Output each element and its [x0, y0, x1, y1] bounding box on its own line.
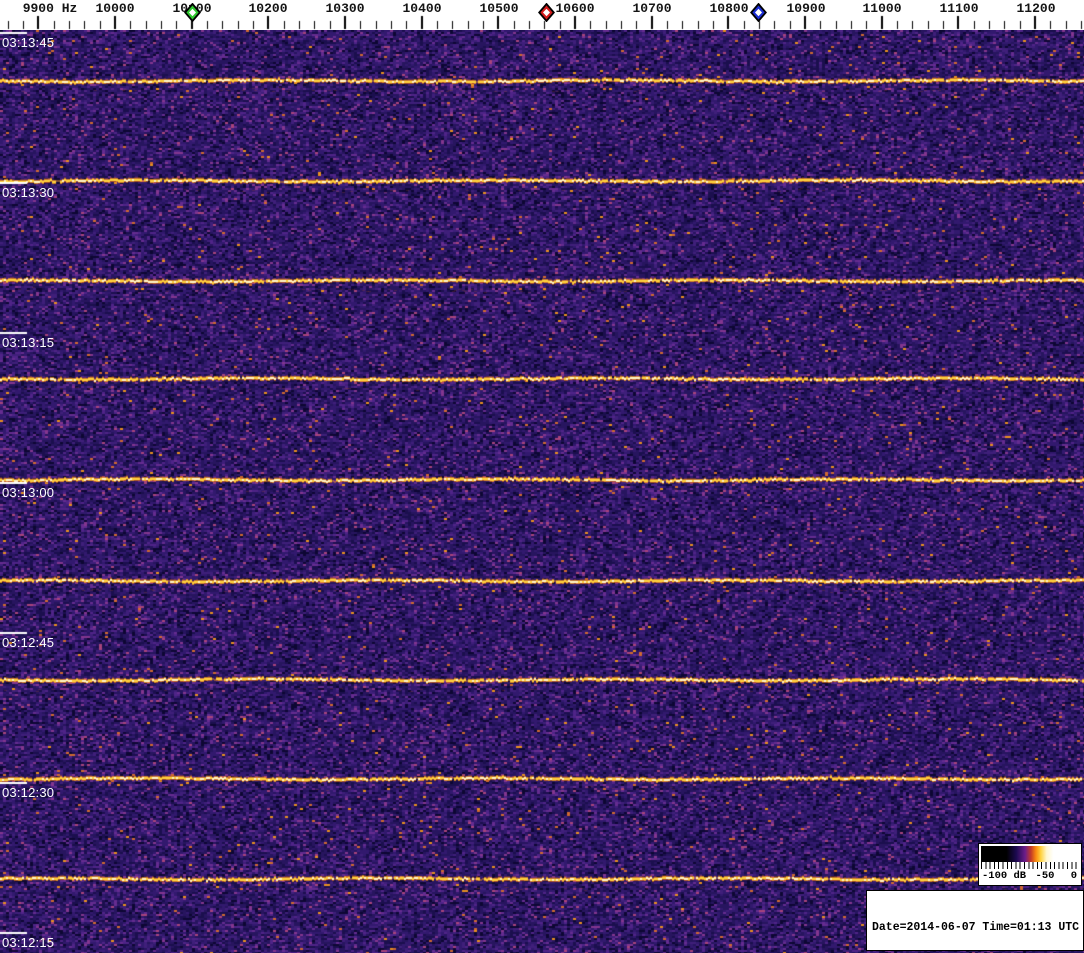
- green-frequency-marker-icon[interactable]: [183, 2, 201, 23]
- freq-tick-label: 10900: [786, 1, 826, 16]
- info-date-line: Date=2014-06-07 Time=01:13 UTC: [872, 921, 1080, 934]
- freq-tick-label: 10300: [325, 1, 365, 16]
- time-tick-label: 03:12:30: [2, 785, 55, 800]
- waterfall-area[interactable]: 03:13:45 03:13:30 03:13:15 03:13:00 03:12:45…: [0, 30, 1084, 953]
- time-tick-label: 03:13:30: [2, 185, 55, 200]
- freq-tick-label: 11100: [939, 1, 979, 16]
- time-tick-label: 03:13:15: [2, 335, 55, 350]
- observation-info-box: Date=2014-06-07 Time=01:13 UTC Freq=143 …: [866, 890, 1084, 951]
- freq-tick-label: 10500: [479, 1, 519, 16]
- freq-tick-label: 10600: [555, 1, 595, 16]
- freq-tick-label: 11200: [1016, 1, 1056, 16]
- time-tick-label: 03:12:15: [2, 935, 55, 950]
- colorbar-min-label: -100 dB: [982, 870, 1027, 882]
- freq-tick-label: 10200: [248, 1, 288, 16]
- colorbar: -100 dB -50 0: [978, 843, 1082, 886]
- freq-tick-label: 9900 Hz: [22, 1, 78, 16]
- time-tick-label: 03:13:45: [2, 35, 55, 50]
- freq-tick-label: 10700: [632, 1, 672, 16]
- spectrogram-window: 9900 Hz100001010010200103001040010500106…: [0, 0, 1084, 953]
- colorbar-max-label: 0: [1070, 870, 1077, 882]
- blue-frequency-marker-icon[interactable]: [749, 2, 767, 23]
- freq-tick-label: 10400: [402, 1, 442, 16]
- freq-tick-label: 10000: [95, 1, 135, 16]
- colorbar-gradient: [981, 846, 1079, 862]
- colorbar-ticks: [981, 862, 1079, 869]
- colorbar-labels: -100 dB -50 0: [979, 870, 1081, 884]
- colorbar-mid-label: -50: [1035, 870, 1055, 882]
- red-frequency-marker-icon[interactable]: [537, 2, 555, 23]
- waterfall-spectrogram[interactable]: [0, 30, 1084, 953]
- freq-tick-label: 10800: [709, 1, 749, 16]
- time-tick-label: 03:12:45: [2, 635, 55, 650]
- time-tick-label: 03:13:00: [2, 485, 55, 500]
- frequency-ruler[interactable]: 9900 Hz100001010010200103001040010500106…: [0, 0, 1084, 30]
- freq-tick-label: 11000: [862, 1, 902, 16]
